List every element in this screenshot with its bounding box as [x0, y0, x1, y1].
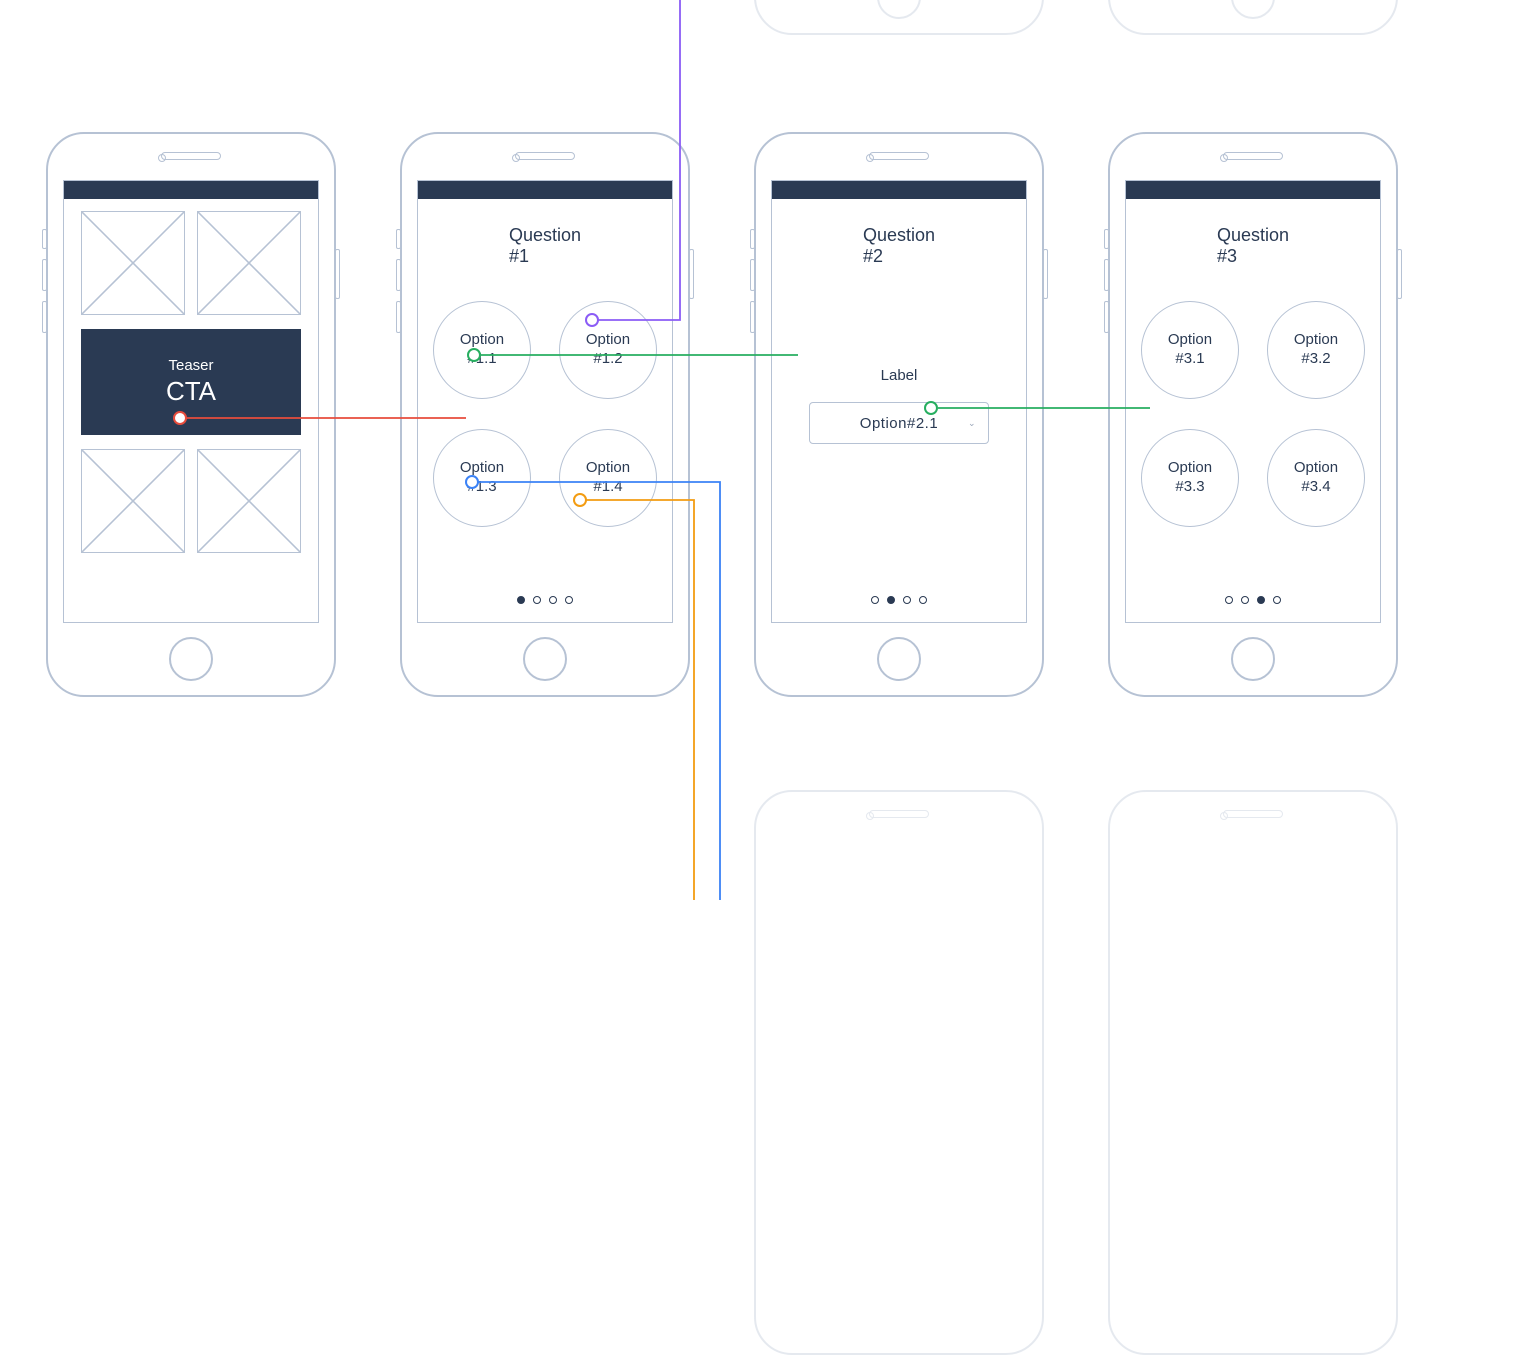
phone-screen: Teaser CTA	[63, 180, 319, 623]
home-button-icon	[1231, 637, 1275, 681]
status-bar	[418, 181, 672, 199]
side-buttons-right	[689, 249, 694, 299]
option-button[interactable]: Option#3.2	[1267, 301, 1365, 399]
phone-hardware-top	[48, 152, 334, 160]
pager-dot[interactable]	[919, 596, 927, 604]
phone-question-3: Question#3 Option#3.1 Option#3.2 Option#…	[1108, 132, 1398, 697]
connector-node-orange[interactable]	[573, 493, 587, 507]
image-placeholder	[197, 449, 301, 553]
connector-node-green-1[interactable]	[467, 348, 481, 362]
pager-dot[interactable]	[1257, 596, 1265, 604]
pager	[1225, 596, 1281, 614]
chevron-down-icon: ⌄	[968, 418, 976, 429]
home-button-icon	[877, 0, 921, 19]
side-buttons-left	[42, 229, 47, 343]
teaser-cta-block[interactable]: Teaser CTA	[81, 329, 301, 435]
question-title: Question#2	[863, 225, 935, 267]
phone-screen: Question#3 Option#3.1 Option#3.2 Option#…	[1125, 180, 1381, 623]
speaker-icon	[161, 152, 221, 160]
phone-screen: Question#1 Option#1.1 Option#1.2 Option#…	[417, 180, 673, 623]
pager-dot[interactable]	[565, 596, 573, 604]
home-button-icon	[169, 637, 213, 681]
connector-node-purple[interactable]	[585, 313, 599, 327]
side-buttons-right	[1043, 249, 1048, 299]
option-button[interactable]: Option#3.3	[1141, 429, 1239, 527]
home-button-icon	[523, 637, 567, 681]
phone-faded-bottom-1	[754, 790, 1044, 1355]
side-buttons-left	[1104, 229, 1109, 343]
option-button[interactable]: Option#1.2	[559, 301, 657, 399]
connector-node-blue[interactable]	[465, 475, 479, 489]
pager-dot[interactable]	[1241, 596, 1249, 604]
phone-question-2: Question#2 Label Option#2.1 ⌄	[754, 132, 1044, 697]
option-label: Option#1.1	[460, 331, 504, 369]
pager-dot[interactable]	[549, 596, 557, 604]
phone-faded-bottom-2	[1108, 790, 1398, 1355]
image-placeholder	[81, 211, 185, 315]
phone-faded-top-1	[754, 0, 1044, 35]
option-label: Option#3.1	[1168, 331, 1212, 369]
status-bar	[1126, 181, 1380, 199]
phone-screen: Question#2 Label Option#2.1 ⌄	[771, 180, 1027, 623]
pager	[871, 596, 927, 614]
dropdown-select[interactable]: Option#2.1 ⌄	[809, 402, 989, 444]
option-button[interactable]: Option#3.4	[1267, 429, 1365, 527]
option-label: Option#1.4	[586, 459, 630, 497]
phone-hardware-top	[402, 152, 688, 160]
camera-icon	[158, 154, 166, 162]
question-title: Question#1	[509, 225, 581, 267]
phone-hardware-top	[756, 152, 1042, 160]
pager-dot[interactable]	[887, 596, 895, 604]
status-bar	[772, 181, 1026, 199]
camera-icon	[512, 154, 520, 162]
option-button[interactable]: Option#1.3	[433, 429, 531, 527]
option-button[interactable]: Option#1.4	[559, 429, 657, 527]
teaser-label: Teaser	[168, 357, 213, 374]
option-button[interactable]: Option#3.1	[1141, 301, 1239, 399]
pager-dot[interactable]	[1273, 596, 1281, 604]
option-label: Option#3.2	[1294, 331, 1338, 369]
pager	[517, 596, 573, 614]
option-label: Option#3.3	[1168, 459, 1212, 497]
side-buttons-right	[335, 249, 340, 299]
dropdown-label: Label	[881, 367, 918, 384]
image-placeholder	[81, 449, 185, 553]
status-bar	[64, 181, 318, 199]
question-title: Question#3	[1217, 225, 1289, 267]
speaker-icon	[1223, 152, 1283, 160]
connector-node-red[interactable]	[173, 411, 187, 425]
speaker-icon	[869, 152, 929, 160]
side-buttons-left	[396, 229, 401, 343]
phone-hardware-top	[1110, 152, 1396, 160]
option-button[interactable]: Option#1.1	[433, 301, 531, 399]
pager-dot[interactable]	[1225, 596, 1233, 604]
side-buttons-right	[1397, 249, 1402, 299]
home-button-icon	[1231, 0, 1275, 19]
side-buttons-left	[750, 229, 755, 343]
image-placeholder	[197, 211, 301, 315]
home-button-icon	[877, 637, 921, 681]
pager-dot[interactable]	[517, 596, 525, 604]
phone-faded-top-2	[1108, 0, 1398, 35]
connector-node-green-2[interactable]	[924, 401, 938, 415]
pager-dot[interactable]	[871, 596, 879, 604]
option-label: Option#3.4	[1294, 459, 1338, 497]
phone-teaser: Teaser CTA	[46, 132, 336, 697]
pager-dot[interactable]	[533, 596, 541, 604]
phone-question-1: Question#1 Option#1.1 Option#1.2 Option#…	[400, 132, 690, 697]
speaker-icon	[515, 152, 575, 160]
option-label: Option#1.2	[586, 331, 630, 369]
camera-icon	[1220, 154, 1228, 162]
dropdown-value: Option#2.1	[860, 415, 938, 432]
cta-label: CTA	[166, 376, 216, 407]
pager-dot[interactable]	[903, 596, 911, 604]
camera-icon	[866, 154, 874, 162]
